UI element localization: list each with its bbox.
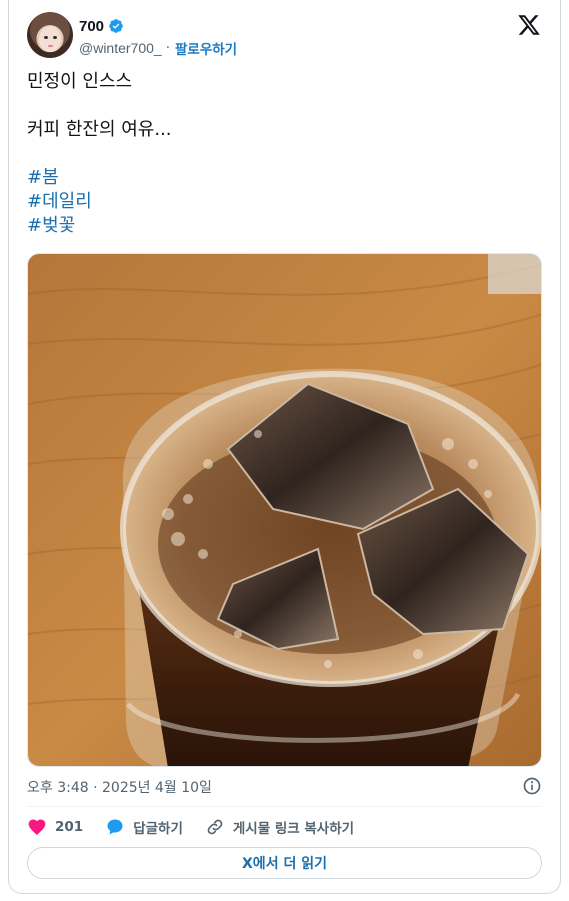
reply-button[interactable]: 답글하기 [105, 817, 183, 837]
speech-bubble-icon [107, 819, 123, 835]
tweet-header: 700 @winter700_ · 팔로우하기 [27, 11, 542, 61]
copy-link-button[interactable]: 게시물 링크 복사하기 [205, 817, 354, 837]
avatar-eye-right [53, 36, 57, 39]
timestamp[interactable]: 오후 3:48 · 2025년 4월 10일 [27, 777, 212, 797]
tweet-text: 민정이 인스스 커피 한잔의 여유... #봄 #데일리 #벚꽃 [27, 70, 542, 238]
info-icon[interactable] [522, 776, 542, 796]
divider [27, 806, 542, 807]
x-logo-icon[interactable] [517, 13, 541, 37]
avatar-eye-left [44, 36, 48, 39]
name-row: 700 [79, 16, 124, 36]
tweet-card: 700 @winter700_ · 팔로우하기 민정이 인스스 커피 한잔의 여… [8, 0, 561, 894]
follow-button[interactable]: 팔로우하기 [175, 38, 237, 58]
tweet-text-line-1: 민정이 인스스 [27, 71, 133, 92]
heart-icon [28, 819, 46, 835]
handle[interactable]: @winter700_ [79, 40, 162, 56]
separator-dot: · [165, 40, 170, 56]
hashtag-spring[interactable]: #봄 [27, 166, 542, 190]
avatar[interactable] [27, 12, 73, 58]
reply-label: 답글하기 [133, 821, 183, 837]
like-count: 201 [55, 819, 84, 835]
display-name[interactable]: 700 [79, 18, 104, 35]
avatar-lips [48, 45, 53, 47]
tweet-photo[interactable] [27, 253, 542, 767]
iced-coffee-illustration [28, 254, 541, 766]
action-bar: 201 답글하기 게시물 링크 복사하기 [27, 816, 542, 838]
like-button[interactable]: 201 [27, 817, 83, 837]
hashtag-cherry-blossom[interactable]: #벚꽃 [27, 214, 542, 238]
verified-badge-icon [109, 19, 123, 33]
tweet-meta: 오후 3:48 · 2025년 4월 10일 [27, 776, 542, 798]
avatar-face [39, 26, 61, 52]
copy-link-label: 게시물 링크 복사하기 [232, 821, 355, 837]
handle-row: @winter700_ · 팔로우하기 [79, 38, 237, 58]
tweet-text-line-2: 커피 한잔의 여유... [27, 119, 172, 140]
link-icon [207, 819, 223, 835]
read-more-button[interactable]: X에서 더 읽기 [27, 847, 542, 879]
hashtag-daily[interactable]: #데일리 [27, 190, 542, 214]
